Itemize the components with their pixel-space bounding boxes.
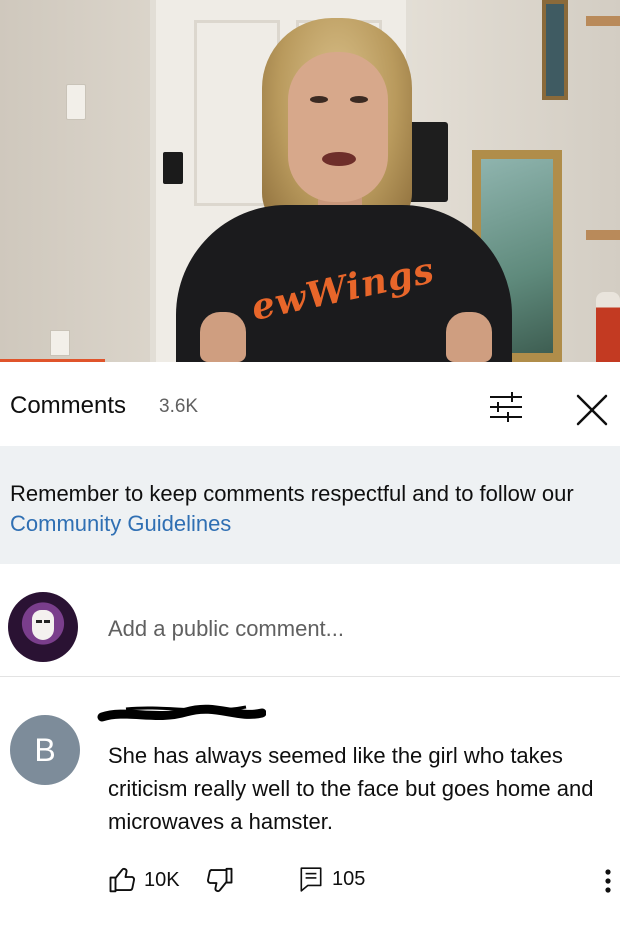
mask-icon xyxy=(32,610,54,640)
add-comment-row xyxy=(0,564,620,677)
wall-outlet xyxy=(50,330,70,356)
thumbs-down-icon xyxy=(207,867,233,893)
thumbs-up-icon xyxy=(109,867,135,893)
shelf xyxy=(586,230,620,240)
video-player[interactable]: ewWings xyxy=(0,0,620,362)
add-comment-input[interactable] xyxy=(108,612,588,646)
bottle xyxy=(596,292,620,362)
community-guidelines-link[interactable]: Community Guidelines xyxy=(10,511,231,536)
comment-item: B She has always seemed like the girl wh… xyxy=(0,677,620,930)
redacted-username-scribble xyxy=(97,704,266,722)
sort-button[interactable] xyxy=(486,390,526,424)
comments-header: Comments 3.6K xyxy=(0,362,620,446)
sort-sliders-icon xyxy=(490,392,522,422)
picture-frame-top xyxy=(542,0,568,100)
person-hand-right xyxy=(446,312,492,362)
reply-count: 105 xyxy=(332,867,366,890)
banner-text: Remember to keep comments respectful and… xyxy=(10,479,610,539)
reply-button[interactable]: 105 xyxy=(298,865,365,893)
community-guidelines-banner: Remember to keep comments respectful and… xyxy=(0,446,620,564)
door-lock xyxy=(163,152,183,184)
dislike-button[interactable] xyxy=(204,865,234,900)
current-user-avatar[interactable] xyxy=(8,592,78,662)
like-count: 10K xyxy=(144,868,180,891)
comment-text: She has always seemed like the girl who … xyxy=(108,743,594,834)
close-icon xyxy=(576,394,608,426)
dark-object xyxy=(408,122,448,202)
light-switch xyxy=(66,84,86,120)
person-face xyxy=(288,52,388,202)
shelf xyxy=(586,16,620,26)
comment-actions: 10K 105 xyxy=(108,865,618,897)
like-button[interactable]: 10K xyxy=(108,865,180,895)
person-hand-left xyxy=(200,312,246,362)
banner-message: Remember to keep comments respectful and… xyxy=(10,481,574,506)
close-button[interactable] xyxy=(572,390,612,430)
comments-count: 3.6K xyxy=(159,396,199,417)
comments-title: Comments xyxy=(10,392,127,419)
reply-comment-icon xyxy=(300,867,322,892)
more-options-button[interactable] xyxy=(598,865,618,897)
more-vertical-icon xyxy=(605,869,611,893)
commenter-avatar[interactable]: B xyxy=(10,715,80,785)
